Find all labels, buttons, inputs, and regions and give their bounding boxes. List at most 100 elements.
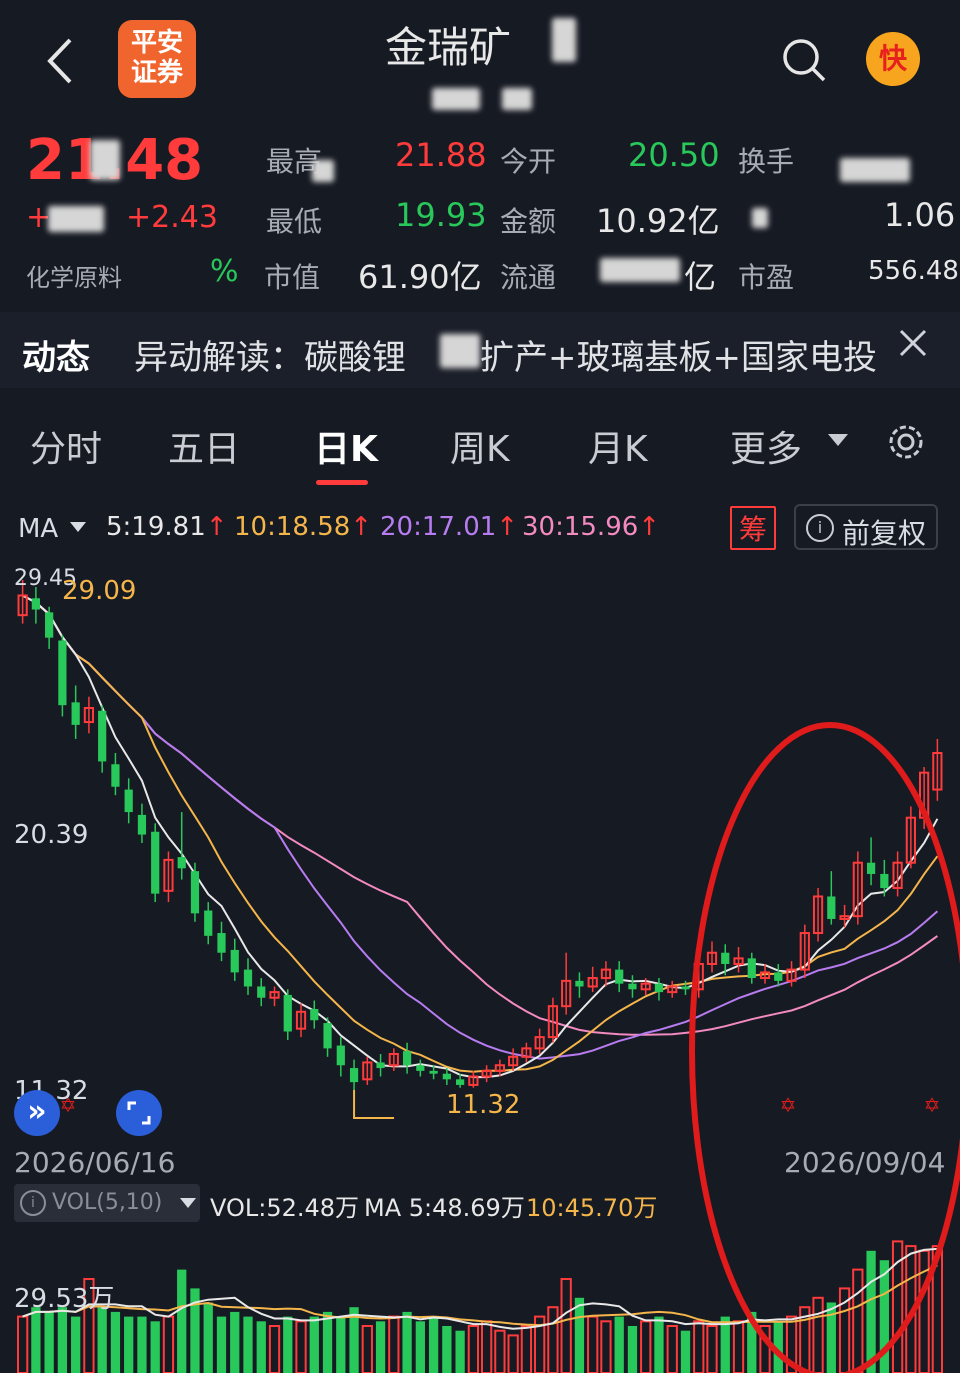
close-button[interactable]: [898, 328, 928, 358]
market-cap-value: 61.90亿: [358, 258, 482, 296]
gear-icon: [889, 425, 923, 459]
tab-more[interactable]: 更多: [730, 420, 802, 472]
adjust-button[interactable]: i 前复权: [794, 504, 938, 550]
chip-button[interactable]: 筹: [730, 506, 776, 550]
volume-bar: [666, 1325, 678, 1373]
tab-intraday[interactable]: 分时: [30, 420, 102, 472]
tab-five-day[interactable]: 五日: [168, 420, 240, 472]
tab-weekly-k[interactable]: 周K: [450, 420, 510, 472]
candle-body: [230, 949, 239, 973]
volume-bar: [150, 1321, 160, 1373]
volume-bar: [415, 1321, 425, 1373]
candle-body: [243, 969, 253, 987]
volume-bar: [547, 1306, 559, 1373]
volume-bar: [600, 1320, 612, 1373]
open-label: 今开: [500, 145, 557, 178]
candle-body: [71, 702, 80, 725]
ma20-value: 20:17.01↑: [380, 512, 519, 542]
vol-ma5: MA 5:48.69万: [364, 1194, 525, 1222]
expand-left-button[interactable]: »: [14, 1090, 60, 1136]
tab-monthly-k[interactable]: 月K: [588, 420, 648, 472]
volume-bar: [640, 1320, 652, 1373]
start-date: 2026/06/16: [14, 1146, 176, 1179]
volume-bar: [309, 1316, 319, 1373]
candle-body: [151, 831, 160, 894]
volume-bar: [243, 1316, 253, 1373]
volume-axis-top: 29.53万: [14, 1284, 115, 1314]
page-title: 金瑞矿: [385, 23, 512, 72]
candle-body: [628, 983, 637, 990]
volume-bar: [177, 1269, 187, 1373]
low-label: 最低: [266, 205, 323, 238]
fast-trade-badge[interactable]: 快: [866, 32, 920, 86]
low-marker: 11.32: [446, 1090, 521, 1120]
pe-label: 市盈: [738, 261, 795, 294]
chevron-down-icon: [828, 434, 848, 446]
candle-body: [416, 1065, 425, 1071]
search-icon: [783, 39, 826, 82]
redacted: [440, 334, 480, 368]
ma20-text: 20:17.01: [380, 512, 497, 542]
back-button[interactable]: [40, 36, 80, 86]
redacted: [552, 18, 576, 62]
volume-bar: [230, 1311, 240, 1373]
volume-bar: [455, 1330, 465, 1373]
search-button[interactable]: [780, 36, 828, 84]
fullscreen-button[interactable]: [116, 1090, 162, 1136]
volume-bar: [97, 1307, 107, 1373]
candle-body: [204, 910, 213, 936]
close-icon: [899, 329, 927, 357]
volume-bar: [574, 1297, 585, 1373]
redacted: [502, 88, 532, 110]
candle-body: [257, 986, 266, 998]
fullscreen-icon: [127, 1101, 151, 1125]
volume-bar: [283, 1316, 293, 1373]
turnover-label: 换手: [738, 145, 795, 178]
vol-ma10: 10:45.70万: [526, 1194, 658, 1222]
redacted: [840, 158, 910, 182]
news-text-2: 扩产+玻璃基板+国家电投: [480, 338, 877, 378]
price-change: +2.43: [126, 200, 218, 235]
volume-bar: [71, 1316, 81, 1373]
volume-bar: [480, 1320, 493, 1373]
vol-value: VOL:52.48万: [210, 1194, 360, 1222]
volume-bar: [268, 1325, 281, 1373]
volume-bar: [361, 1325, 373, 1373]
volume-indicator-select[interactable]: i VOL(5,10): [14, 1184, 200, 1222]
candle-body: [323, 1023, 332, 1049]
volume-bar: [57, 1307, 68, 1373]
broker-logo: 平安 证券: [118, 20, 196, 98]
volume-bar: [614, 1316, 624, 1373]
candle-body: [283, 994, 292, 1032]
volume-bar: [216, 1316, 227, 1373]
redacted: [600, 258, 680, 282]
highlight-ellipse: [689, 722, 960, 1373]
volume-bar: [627, 1326, 638, 1373]
candle-body: [98, 710, 107, 762]
candle-body: [190, 871, 200, 914]
volume-bar: [402, 1311, 412, 1373]
volume-bar: [428, 1316, 439, 1373]
news-text: 异动解读：碳酸锂: [134, 338, 406, 378]
candle-body: [124, 789, 133, 813]
ma-label[interactable]: MA: [18, 514, 58, 544]
tab-daily-k[interactable]: 日K: [314, 420, 378, 472]
ma30-value: 30:15.96↑: [522, 512, 661, 542]
float-label: 流通: [500, 261, 557, 294]
candle-body: [137, 814, 147, 835]
news-bar[interactable]: 动态 异动解读：碳酸锂 扩产+玻璃基板+国家电投: [0, 312, 960, 388]
candle-body: [31, 598, 40, 610]
volume-bar: [137, 1316, 147, 1373]
candle-body: [217, 933, 226, 953]
volume-bar: [388, 1315, 400, 1373]
info-icon: i: [806, 514, 834, 542]
candle-body: [429, 1070, 438, 1074]
volume-bar: [442, 1326, 452, 1373]
ma5-value: 5:19.81↑: [106, 512, 228, 542]
volume-bar: [31, 1307, 41, 1373]
redacted: [48, 206, 104, 232]
ma10-value: 10:18.58↑: [234, 512, 373, 542]
candle-body: [58, 640, 67, 706]
settings-button[interactable]: [884, 420, 928, 464]
volume-bar: [560, 1278, 572, 1373]
